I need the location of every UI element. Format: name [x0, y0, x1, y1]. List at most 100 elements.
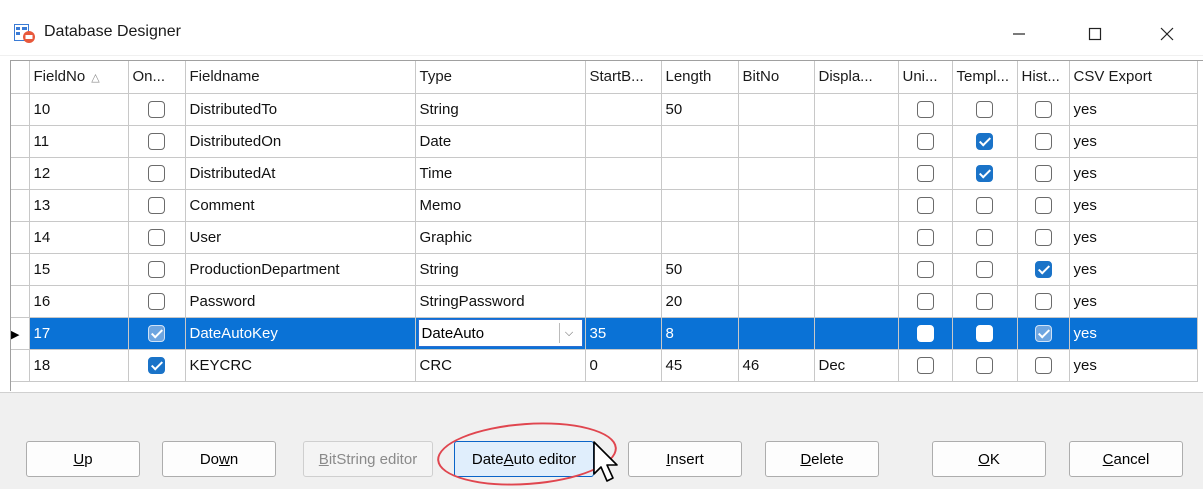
cell-display[interactable] [814, 285, 899, 318]
cell-startbit[interactable] [585, 285, 662, 318]
cell-length[interactable] [661, 157, 739, 190]
table-row[interactable]: 12 DistributedAt Time yes [11, 157, 1198, 190]
template-checkbox[interactable] [976, 196, 993, 214]
delete-button[interactable]: Delete [765, 441, 879, 477]
cell-csv-export[interactable]: yes [1069, 221, 1198, 254]
row-indicator[interactable] [11, 125, 30, 158]
on-checkbox[interactable] [148, 356, 165, 374]
chevron-down-icon[interactable]: ⌵ [558, 323, 579, 343]
cell-csv-export[interactable]: yes [1069, 93, 1198, 126]
cell-fieldname[interactable]: User [185, 221, 416, 254]
history-checkbox[interactable] [1034, 260, 1052, 278]
cell-bitno[interactable] [738, 189, 815, 222]
cell-fieldno[interactable]: 18 [29, 349, 129, 382]
unique-checkbox[interactable] [916, 228, 934, 246]
column-header-template[interactable]: Templ... [952, 61, 1018, 94]
cell-startbit[interactable]: 35 [585, 317, 662, 350]
cell-csv-export[interactable]: yes [1069, 125, 1198, 158]
cell-display[interactable] [814, 253, 899, 286]
cell-type[interactable]: Graphic [415, 221, 586, 254]
maximize-button[interactable] [1069, 14, 1121, 54]
cell-bitno[interactable] [738, 93, 815, 126]
template-checkbox[interactable] [976, 164, 993, 182]
fields-grid[interactable]: FieldNo △ On... Fieldname Type StartB... … [10, 60, 1203, 391]
column-header-fieldno[interactable]: FieldNo △ [29, 61, 129, 94]
dateauto-editor-button[interactable]: Date Auto editor [454, 441, 594, 477]
row-indicator[interactable] [11, 189, 30, 222]
table-row[interactable]: 13 Comment Memo yes [11, 189, 1198, 222]
on-checkbox[interactable] [148, 228, 165, 246]
cell-startbit[interactable] [585, 93, 662, 126]
cell-bitno[interactable]: 46 [738, 349, 815, 382]
column-header-startbit[interactable]: StartB... [585, 61, 662, 94]
cell-csv-export[interactable]: yes [1069, 157, 1198, 190]
cell-type[interactable]: String [415, 253, 586, 286]
cell-startbit[interactable] [585, 157, 662, 190]
unique-checkbox[interactable] [916, 324, 934, 342]
history-checkbox[interactable] [1034, 292, 1052, 310]
column-header-unique[interactable]: Uni... [898, 61, 953, 94]
cell-type[interactable]: CRC [415, 349, 586, 382]
template-checkbox[interactable] [976, 228, 993, 246]
column-header-fieldname[interactable]: Fieldname [185, 61, 416, 94]
cell-length[interactable] [661, 125, 739, 158]
minimize-button[interactable] [993, 14, 1045, 54]
on-checkbox[interactable] [148, 260, 165, 278]
history-checkbox[interactable] [1034, 228, 1052, 246]
cell-fieldno[interactable]: 17 [29, 317, 129, 350]
row-indicator[interactable] [11, 157, 30, 190]
history-checkbox[interactable] [1034, 356, 1052, 374]
on-checkbox[interactable] [148, 132, 165, 150]
cell-startbit[interactable] [585, 253, 662, 286]
cell-bitno[interactable] [738, 285, 815, 318]
cell-type[interactable]: Date [415, 125, 586, 158]
history-checkbox[interactable] [1034, 324, 1052, 342]
column-header-type[interactable]: Type [415, 61, 586, 94]
ok-button[interactable]: OK [932, 441, 1046, 477]
cell-length[interactable]: 8 [661, 317, 739, 350]
cell-fieldname[interactable]: ProductionDepartment [185, 253, 416, 286]
cell-display[interactable] [814, 93, 899, 126]
cell-display[interactable]: Dec [814, 349, 899, 382]
unique-checkbox[interactable] [916, 100, 934, 118]
cell-type[interactable]: String [415, 93, 586, 126]
column-header-csv-export[interactable]: CSV Export [1069, 61, 1198, 94]
table-row[interactable]: ▶ 17 DateAutoKey DateAuto ⌵ 35 8 yes [11, 317, 1198, 350]
on-checkbox[interactable] [148, 292, 165, 310]
cell-startbit[interactable] [585, 189, 662, 222]
down-button[interactable]: Do w n [162, 441, 276, 477]
on-checkbox[interactable] [148, 100, 165, 118]
row-indicator[interactable]: ▶ [11, 317, 30, 350]
cell-fieldname[interactable]: DistributedAt [185, 157, 416, 190]
cell-fieldname[interactable]: DistributedTo [185, 93, 416, 126]
cell-fieldname[interactable]: DateAutoKey [185, 317, 416, 350]
table-row[interactable]: 10 DistributedTo String 50 yes [11, 93, 1198, 126]
row-indicator[interactable] [11, 221, 30, 254]
cell-bitno[interactable] [738, 125, 815, 158]
bitstring-editor-button[interactable]: BitString editor [303, 441, 433, 477]
column-header-bitno[interactable]: BitNo [738, 61, 815, 94]
cell-length[interactable]: 45 [661, 349, 739, 382]
cell-fieldno[interactable]: 12 [29, 157, 129, 190]
template-checkbox[interactable] [976, 132, 993, 150]
table-row[interactable]: 11 DistributedOn Date yes [11, 125, 1198, 158]
column-header-length[interactable]: Length [661, 61, 739, 94]
unique-checkbox[interactable] [916, 260, 934, 278]
unique-checkbox[interactable] [916, 196, 934, 214]
template-checkbox[interactable] [976, 292, 993, 310]
cell-length[interactable]: 20 [661, 285, 739, 318]
unique-checkbox[interactable] [916, 356, 934, 374]
template-checkbox[interactable] [976, 260, 993, 278]
table-row[interactable]: 14 User Graphic yes [11, 221, 1198, 254]
up-button[interactable]: Up [26, 441, 140, 477]
cell-csv-export[interactable]: yes [1069, 349, 1198, 382]
column-header-display[interactable]: Displa... [814, 61, 899, 94]
cell-fieldname[interactable]: DistributedOn [185, 125, 416, 158]
cell-fieldno[interactable]: 16 [29, 285, 129, 318]
insert-button[interactable]: Insert [628, 441, 742, 477]
cell-startbit[interactable]: 0 [585, 349, 662, 382]
unique-checkbox[interactable] [916, 164, 934, 182]
cell-csv-export[interactable]: yes [1069, 285, 1198, 318]
table-row[interactable]: 18 KEYCRC CRC 0 45 46 Dec yes [11, 349, 1198, 382]
history-checkbox[interactable] [1034, 164, 1052, 182]
